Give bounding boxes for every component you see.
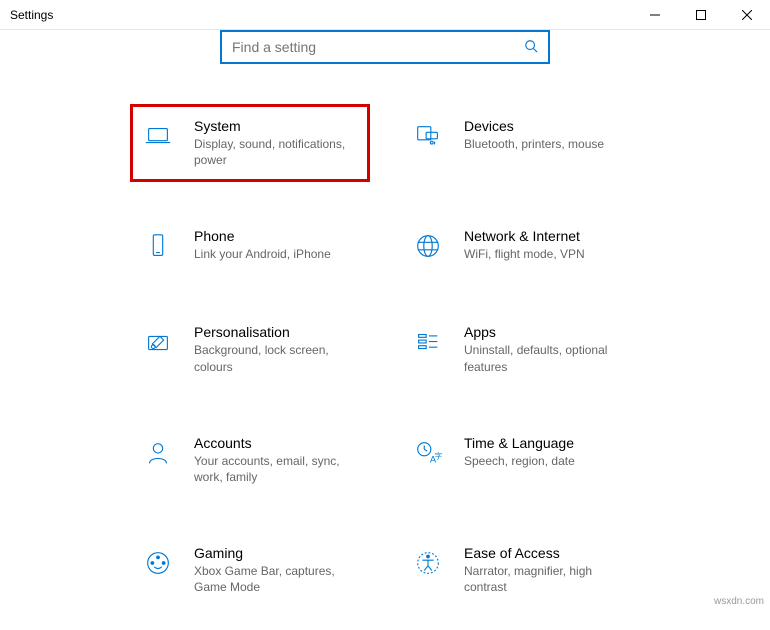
apps-icon bbox=[410, 324, 446, 360]
search-wrap bbox=[20, 30, 750, 104]
tile-desc: Your accounts, email, sync, work, family bbox=[194, 453, 360, 485]
search-input[interactable] bbox=[232, 39, 548, 55]
laptop-icon bbox=[140, 118, 176, 154]
watermark: wsxdn.com bbox=[714, 596, 764, 607]
tile-title: Ease of Access bbox=[464, 545, 630, 561]
tile-title: Network & Internet bbox=[464, 228, 630, 244]
globe-icon bbox=[410, 228, 446, 264]
tile-desc: Xbox Game Bar, captures, Game Mode bbox=[194, 563, 360, 595]
tile-desc: Narrator, magnifier, high contrast bbox=[464, 563, 630, 595]
gaming-icon bbox=[140, 545, 176, 581]
close-icon bbox=[742, 10, 752, 20]
window-controls bbox=[632, 0, 770, 30]
tile-desc: Speech, region, date bbox=[464, 453, 630, 469]
tile-title: Personalisation bbox=[194, 324, 360, 340]
tile-accounts[interactable]: Accounts Your accounts, email, sync, wor… bbox=[130, 421, 370, 499]
phone-icon bbox=[140, 228, 176, 264]
tile-desc: Uninstall, defaults, optional features bbox=[464, 342, 630, 374]
maximize-icon bbox=[696, 10, 706, 20]
time-language-icon: A字 bbox=[410, 435, 446, 471]
accessibility-icon bbox=[410, 545, 446, 581]
tile-system[interactable]: System Display, sound, notifications, po… bbox=[130, 104, 370, 182]
tile-personalisation[interactable]: Personalisation Background, lock screen,… bbox=[130, 310, 370, 388]
tile-title: Time & Language bbox=[464, 435, 630, 451]
minimize-icon bbox=[650, 10, 660, 20]
devices-icon bbox=[410, 118, 446, 154]
tile-desc: Bluetooth, printers, mouse bbox=[464, 136, 630, 152]
tile-devices[interactable]: Devices Bluetooth, printers, mouse bbox=[400, 104, 640, 182]
minimize-button[interactable] bbox=[632, 0, 678, 30]
settings-grid: System Display, sound, notifications, po… bbox=[20, 104, 750, 610]
tile-desc: Link your Android, iPhone bbox=[194, 246, 360, 262]
content: System Display, sound, notifications, po… bbox=[0, 30, 770, 630]
tile-title: Phone bbox=[194, 228, 360, 244]
tile-phone[interactable]: Phone Link your Android, iPhone bbox=[130, 214, 370, 278]
tile-title: Gaming bbox=[194, 545, 360, 561]
maximize-button[interactable] bbox=[678, 0, 724, 30]
search-icon bbox=[524, 39, 538, 56]
tile-apps[interactable]: Apps Uninstall, defaults, optional featu… bbox=[400, 310, 640, 388]
close-button[interactable] bbox=[724, 0, 770, 30]
tile-title: Accounts bbox=[194, 435, 360, 451]
paintbrush-icon bbox=[140, 324, 176, 360]
titlebar: Settings bbox=[0, 0, 770, 30]
window-title: Settings bbox=[10, 8, 53, 22]
tile-title: Apps bbox=[464, 324, 630, 340]
search-box[interactable] bbox=[220, 30, 550, 64]
tile-desc: Background, lock screen, colours bbox=[194, 342, 360, 374]
tile-network[interactable]: Network & Internet WiFi, flight mode, VP… bbox=[400, 214, 640, 278]
person-icon bbox=[140, 435, 176, 471]
tile-gaming[interactable]: Gaming Xbox Game Bar, captures, Game Mod… bbox=[130, 531, 370, 609]
tile-title: System bbox=[194, 118, 360, 134]
tile-title: Devices bbox=[464, 118, 630, 134]
tile-ease-of-access[interactable]: Ease of Access Narrator, magnifier, high… bbox=[400, 531, 640, 609]
tile-desc: WiFi, flight mode, VPN bbox=[464, 246, 630, 262]
tile-time-language[interactable]: A字 Time & Language Speech, region, date bbox=[400, 421, 640, 499]
tile-desc: Display, sound, notifications, power bbox=[194, 136, 360, 168]
svg-text:字: 字 bbox=[435, 450, 443, 460]
